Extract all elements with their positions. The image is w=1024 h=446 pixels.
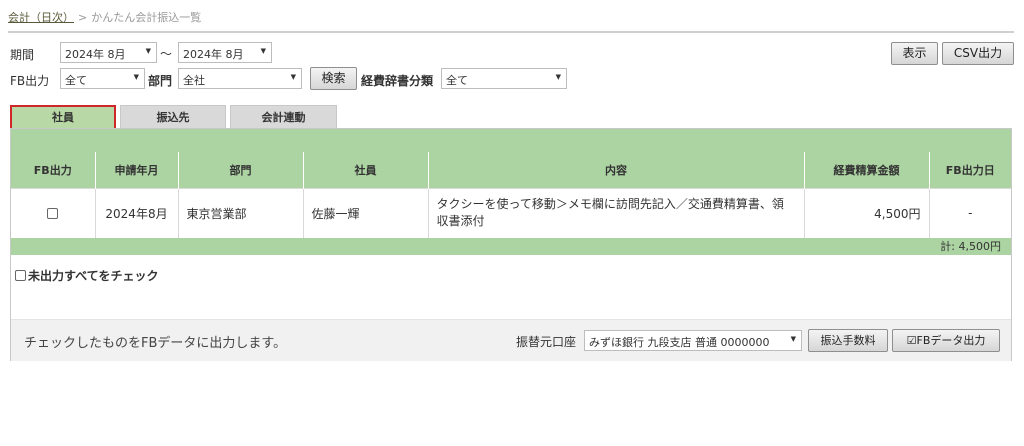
department-value: 全社 [183, 74, 205, 87]
row-checkbox-cell [11, 187, 95, 238]
source-account-select[interactable]: みずほ銀行 九段支店 普通 0000000 ▼ [584, 330, 802, 351]
footer-message: チェックしたものをFBデータに出力します。 [24, 336, 287, 351]
check-all-checkbox[interactable] [15, 270, 26, 281]
breadcrumb-parent-link[interactable]: 会計（日次） [8, 11, 74, 24]
col-header-month[interactable]: 申請年月 [94, 152, 178, 188]
cell-employee: 佐藤一輝 [302, 187, 428, 238]
period-from-value: 2024年 8月 [65, 48, 126, 61]
check-all-label: 未出力すべてをチェック [28, 269, 159, 283]
row-checkbox[interactable] [47, 208, 59, 220]
search-button[interactable]: 検索 [310, 67, 357, 90]
cell-content: タクシーを使って移動＞メモ欄に訪問先記入／交通費精算書、領収書添付 [427, 187, 804, 238]
col-header-content[interactable]: 内容 [427, 152, 804, 188]
fb-output-select[interactable]: 全て ▼ [60, 68, 145, 89]
fb-data-export-button[interactable]: ☑FBデータ出力 [892, 329, 1000, 352]
cell-department: 東京営業部 [177, 187, 303, 238]
dropdown-arrow-icon: ▼ [790, 335, 796, 343]
tab-employees[interactable]: 社員 [10, 105, 116, 130]
breadcrumb-separator: > [78, 11, 88, 24]
breadcrumb: 会計（日次） > かんたん会計振込一覧 [8, 9, 201, 25]
col-header-department[interactable]: 部門 [177, 152, 303, 188]
breadcrumb-current: かんたん会計振込一覧 [91, 11, 202, 24]
panel-header-strip [11, 129, 1011, 152]
period-tilde: ～ [160, 47, 173, 61]
dropdown-arrow-icon: ▼ [260, 47, 266, 55]
department-select[interactable]: 全社 ▼ [178, 68, 302, 89]
csv-export-button[interactable]: CSV出力 [942, 42, 1014, 65]
cell-month: 2024年8月 [94, 187, 178, 238]
table-row: 2024年8月 東京営業部 佐藤一輝 タクシーを使って移動＞メモ欄に訪問先記入／… [11, 187, 1011, 238]
period-label: 期間 [10, 48, 35, 62]
transfer-fee-button[interactable]: 振込手数料 [808, 329, 888, 352]
dropdown-arrow-icon: ▼ [145, 47, 151, 55]
dropdown-arrow-icon: ▼ [555, 73, 561, 81]
source-account-value: みずほ銀行 九段支店 普通 0000000 [589, 336, 770, 349]
header-divider [8, 31, 1014, 33]
expense-category-select[interactable]: 全て ▼ [441, 68, 567, 89]
dropdown-arrow-icon: ▼ [133, 73, 139, 81]
period-to-value: 2024年 8月 [183, 48, 244, 61]
period-from-select[interactable]: 2024年 8月 ▼ [60, 42, 157, 63]
transfer-table: FB出力 申請年月 部門 社員 内容 経費精算金額 FB出力日 2024年8月 … [11, 152, 1011, 238]
col-header-amount[interactable]: 経費精算金額 [803, 152, 929, 188]
table-header-row: FB出力 申請年月 部門 社員 内容 経費精算金額 FB出力日 [11, 152, 1011, 188]
list-panel: FB出力 申請年月 部門 社員 内容 経費精算金額 FB出力日 2024年8月 … [10, 128, 1012, 361]
expense-category-label: 経費辞書分類 [361, 74, 434, 88]
col-header-employee[interactable]: 社員 [302, 152, 428, 188]
expense-category-value: 全て [446, 74, 468, 87]
period-to-select[interactable]: 2024年 8月 ▼ [178, 42, 272, 63]
col-header-fb-output[interactable]: FB出力 [11, 152, 95, 188]
total-bar: 計: 4,500円 [11, 238, 1011, 255]
check-all-unexported[interactable]: 未出力すべてをチェック [15, 267, 158, 284]
tab-accounting-link[interactable]: 会計連動 [230, 105, 337, 130]
cell-fb-date: - [928, 187, 1011, 238]
tab-payees[interactable]: 振込先 [120, 105, 226, 130]
export-footer: チェックしたものをFBデータに出力します。 振替元口座 みずほ銀行 九段支店 普… [11, 319, 1011, 361]
cell-amount: 4,500円 [803, 187, 929, 238]
show-button[interactable]: 表示 [891, 42, 938, 65]
fb-output-label: FB出力 [10, 74, 50, 88]
department-label: 部門 [148, 74, 173, 88]
fb-output-value: 全て [65, 74, 87, 87]
fb-data-export-label: FBデータ出力 [916, 334, 986, 347]
checkbox-icon: ☑ [906, 334, 917, 347]
col-header-fb-date[interactable]: FB出力日 [928, 152, 1011, 188]
account-label: 振替元口座 [516, 335, 577, 349]
dropdown-arrow-icon: ▼ [290, 73, 296, 81]
